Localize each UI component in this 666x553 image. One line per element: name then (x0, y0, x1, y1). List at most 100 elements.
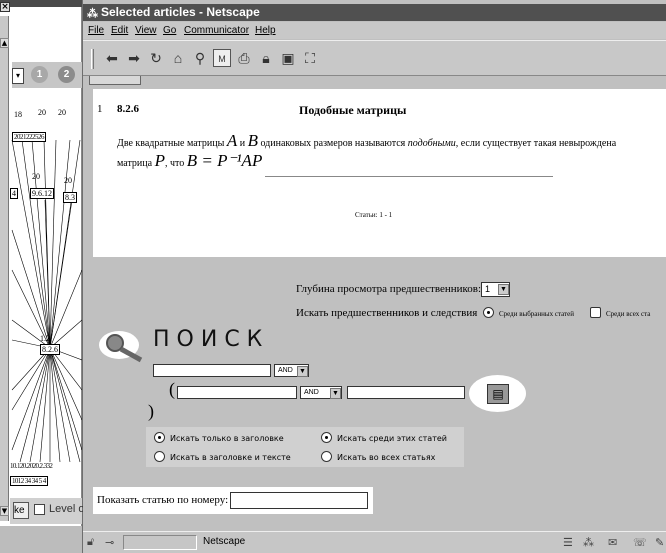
graph-label: 20 (32, 172, 40, 181)
background-close-button[interactable]: × (0, 2, 10, 12)
article-pane: 1 8.2.6 Подобные матрицы Две квадратные … (93, 89, 666, 257)
reload-icon[interactable]: ↻ (147, 49, 165, 67)
menu-view[interactable]: View (135, 25, 157, 36)
search-submit-icon[interactable]: ▤ (487, 384, 509, 404)
depth-label: Глубина просмотра предшественников: (296, 283, 482, 295)
shop-icon[interactable]: ▣ (279, 49, 297, 67)
background-window[interactable]: × ▲ ▼ ▾ 1 2 18 20 20 2021222526 20 20 4 … (0, 0, 85, 553)
step-2-button[interactable]: 2 (58, 66, 75, 83)
step-1-button[interactable]: 1 (31, 66, 48, 83)
toolbar-collapse-tab[interactable] (89, 76, 141, 85)
search-icon[interactable]: ⚲ (191, 49, 209, 67)
search-title: ПОИСК (153, 327, 270, 352)
title-only-radio[interactable] (154, 432, 165, 443)
chevron-down-icon[interactable]: ▼ (297, 366, 308, 377)
stop-icon[interactable]: ⛶ (301, 49, 319, 67)
article-section[interactable]: 8.2.6 (117, 103, 139, 115)
search-go-button[interactable]: ▤ (469, 375, 526, 412)
show-by-number: Показать статью по номеру: (93, 487, 373, 514)
graph-center-node[interactable]: 8.2.6 (40, 344, 60, 355)
netscape-window: ⁂ Selected articles - Netscape File Edit… (83, 0, 666, 553)
seek-selected-label: Среди выбранных статей (499, 310, 574, 318)
depth-select[interactable]: 1 ▼ (481, 282, 510, 297)
home-icon[interactable]: ⌂ (169, 49, 187, 67)
background-window-titlebar (0, 0, 82, 7)
security-lock-icon[interactable]: 🔓︎ (87, 536, 94, 549)
composer-icon[interactable]: ✎ (655, 536, 664, 549)
graph-label-row: 10.120.2020.2.332 (10, 462, 53, 470)
background-scrollbar[interactable]: ▲ ▼ (0, 16, 9, 521)
tab-strip (83, 76, 666, 86)
menu-bar: File Edit View Go Communicator Help (83, 22, 666, 39)
dependency-graph (11, 139, 82, 463)
search-field-1[interactable] (153, 364, 271, 377)
graph-label: 18 (14, 110, 22, 119)
progress-cell (123, 535, 197, 550)
status-text: Netscape (203, 536, 246, 547)
close-paren: ) (148, 401, 154, 421)
seek-all-label: Среди всех ста (606, 310, 651, 318)
graph-node[interactable]: 9.6.12 (30, 188, 54, 199)
article-title: Подобные матрицы (299, 103, 407, 117)
articles-count: Статьи: 1 - 1 (355, 211, 393, 219)
search-field-3[interactable] (347, 386, 465, 399)
component-bar-icon[interactable]: ☰ (563, 536, 573, 549)
all-articles-radio[interactable] (321, 451, 332, 462)
background-horizontal-scrollbar[interactable] (0, 526, 82, 553)
status-bar: 🔓︎ ⊸ Netscape ☰ ⁂ ✉ ☏ ✎ (83, 531, 666, 553)
chevron-down-icon[interactable]: ▼ (330, 388, 341, 399)
graph-node[interactable]: 4 (10, 188, 18, 199)
seek-label: Искать предшественников и следствия (296, 307, 478, 319)
security-icon[interactable]: 🔒︎ (257, 49, 275, 67)
menu-help[interactable]: Help (255, 25, 276, 36)
search-field-2[interactable] (177, 386, 297, 399)
menu-communicator[interactable]: Communicator (184, 25, 249, 36)
article-number-input[interactable] (230, 492, 368, 509)
guide-icon[interactable]: M (213, 49, 231, 67)
operator-select-1[interactable]: AND ▼ (274, 364, 309, 377)
forward-icon[interactable]: ➡ (125, 49, 143, 67)
print-icon[interactable]: ⎙ (235, 49, 253, 67)
connection-icon: ⊸ (105, 537, 115, 549)
window-title: Selected articles - Netscape (101, 5, 260, 19)
graph-label: 1.2 (40, 334, 50, 343)
background-bottom-button[interactable]: ke (13, 502, 29, 519)
window-titlebar: ⁂ Selected articles - Netscape (83, 4, 666, 21)
mail-icon[interactable]: ✉ (608, 536, 617, 549)
level-label: Level o (49, 503, 85, 515)
definition-line-1: Две квадратные матрицы A и B одинаковых … (117, 131, 617, 150)
menu-file[interactable]: File (88, 25, 104, 36)
navigation-toolbar: ⬅ ➡ ↻ ⌂ ⚲ M ⎙ 🔒︎ ▣ ⛶ (83, 40, 666, 76)
discussion-icon[interactable]: ☏ (633, 536, 647, 549)
definition-line-2: матрица P, что B = P⁻¹AP (117, 151, 263, 170)
level-checkbox[interactable] (34, 504, 45, 515)
toolbar-grip[interactable] (91, 49, 94, 69)
seek-selected-radio[interactable] (483, 307, 494, 318)
show-by-number-label: Показать статью по номеру: (97, 494, 229, 506)
graph-label: 20 (38, 108, 46, 117)
all-articles-label: Искать во всех статьях (337, 453, 436, 462)
background-select[interactable]: ▾ (12, 68, 24, 84)
graph-label: 20 (58, 108, 66, 117)
scroll-down-arrow-icon[interactable]: ▼ (0, 506, 9, 516)
graph-node[interactable]: 8.3 (63, 192, 77, 203)
menu-go[interactable]: Go (163, 25, 176, 36)
seek-all-radio[interactable] (590, 307, 601, 318)
navigator-icon[interactable]: ⁂ (583, 536, 594, 549)
netscape-logo-icon: ⁂ (87, 8, 98, 20)
divider (265, 176, 553, 177)
menu-edit[interactable]: Edit (111, 25, 128, 36)
graph-node-cluster[interactable]: 2021222526 (12, 132, 46, 142)
title-text-radio[interactable] (154, 451, 165, 462)
scroll-up-arrow-icon[interactable]: ▲ (0, 38, 9, 48)
operator-select-2[interactable]: AND ▼ (300, 386, 342, 399)
magnifier-icon (99, 331, 143, 363)
these-articles-label: Искать среди этих статей (337, 434, 447, 443)
graph-label: 20 (64, 176, 72, 185)
these-articles-radio[interactable] (321, 432, 332, 443)
background-bottom-bar: ke Level o (10, 498, 85, 524)
chevron-down-icon[interactable]: ▼ (498, 284, 509, 295)
back-icon[interactable]: ⬅ (103, 49, 121, 67)
title-text-label: Искать в заголовке и тексте (170, 453, 291, 462)
graph-node-cluster[interactable]: 1012 34 34 5 4 (10, 476, 48, 486)
